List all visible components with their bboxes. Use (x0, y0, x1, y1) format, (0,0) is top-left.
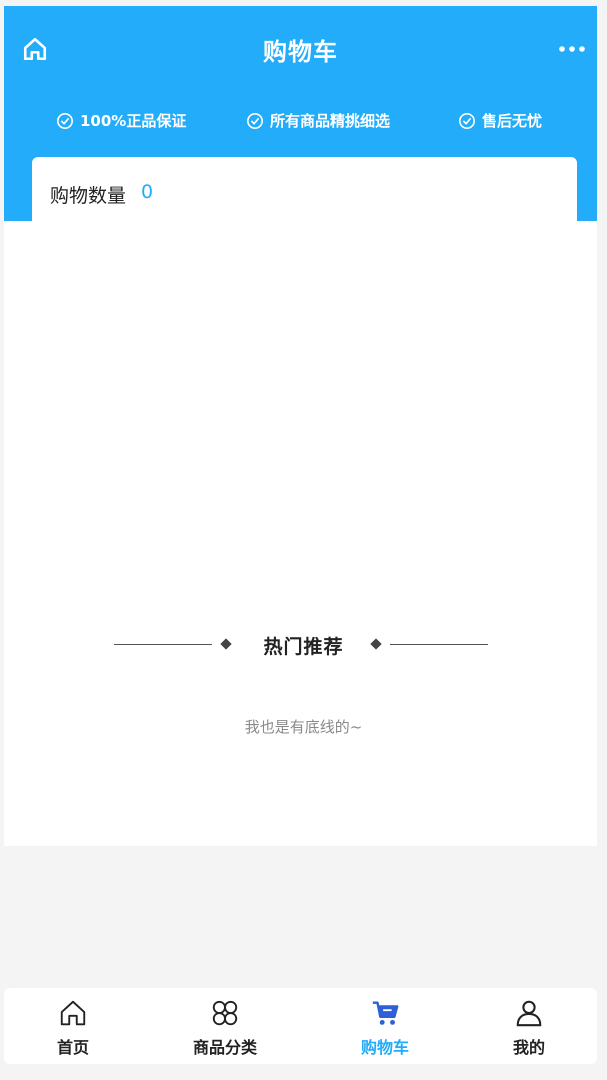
recommend-title: 热门推荐 (263, 636, 344, 658)
guarantee-item: 100%正品保证 (56, 110, 186, 131)
end-of-list-text: 我也是有底线的~ (244, 718, 363, 736)
user-icon (516, 1000, 542, 1027)
bottom-tab-bar: 首页 商品分类 购物车 我的 (4, 988, 597, 1064)
tab-profile[interactable]: 我的 (474, 998, 584, 1058)
recommend-divider: 热门推荐 (0, 630, 607, 660)
guarantee-item: 所有商品精挑细选 (246, 110, 390, 131)
tab-cart[interactable]: 购物车 (330, 998, 440, 1058)
divider-line (390, 644, 488, 645)
tab-label: 我的 (512, 1038, 545, 1057)
tab-label: 首页 (56, 1038, 89, 1057)
more-icon[interactable] (558, 44, 586, 54)
cart-count-value: 0 (141, 181, 154, 203)
guarantee-label: 100%正品保证 (80, 112, 187, 130)
guarantee-label: 所有商品精挑细选 (270, 112, 391, 130)
cart-count-label: 购物数量 (50, 185, 127, 207)
tab-category[interactable]: 商品分类 (170, 998, 280, 1058)
page-title: 购物车 (263, 38, 338, 66)
tab-label: 商品分类 (192, 1038, 257, 1057)
guarantee-label: 售后无忧 (482, 112, 543, 130)
app-header: 购物车 100%正品保证 所有商品精挑细选 售后无忧 购物数量 0 (4, 6, 597, 227)
cart-icon (372, 1001, 399, 1025)
check-circle-icon (246, 112, 264, 129)
guarantee-item: 售后无忧 (458, 110, 542, 131)
guarantee-bar: 100%正品保证 所有商品精挑细选 售后无忧 (4, 110, 597, 134)
check-circle-icon (458, 112, 476, 129)
category-icon (212, 1000, 238, 1026)
tab-label: 购物车 (360, 1038, 409, 1057)
tab-home[interactable]: 首页 (18, 998, 128, 1058)
check-circle-icon (56, 112, 74, 129)
home-icon (60, 1000, 86, 1026)
cart-count-card: 购物数量 0 (32, 157, 577, 227)
